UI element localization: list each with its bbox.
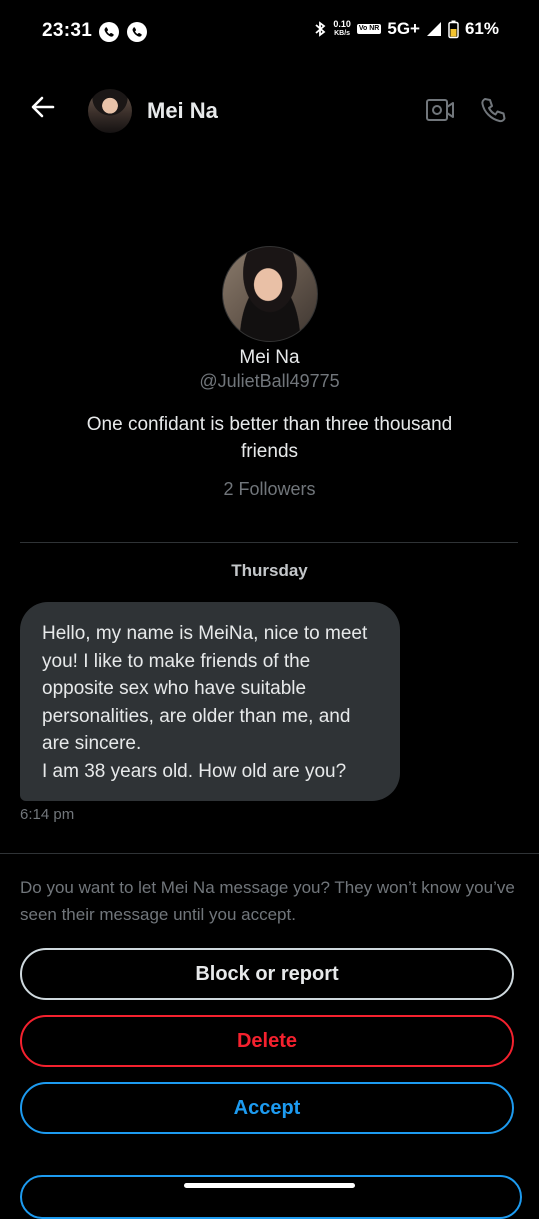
header-avatar[interactable] <box>88 89 132 133</box>
signal-icon <box>426 22 441 36</box>
phone-icon[interactable] <box>478 95 508 130</box>
profile-bio: One confidant is better than three thous… <box>86 414 453 462</box>
delete-button[interactable]: Delete <box>20 1015 514 1067</box>
profile-avatar[interactable] <box>222 246 318 342</box>
video-call-icon[interactable] <box>424 96 456 129</box>
bluetooth-icon <box>315 21 326 37</box>
profile-name[interactable]: Mei Na <box>0 347 539 369</box>
status-indicators: 0.10 KB/s Vo NR 5G+ 61% <box>313 19 499 39</box>
message-bubble[interactable]: Hello, my name is MeiNa, nice to meet yo… <box>20 602 400 801</box>
back-arrow-icon[interactable] <box>28 92 58 122</box>
battery-icon <box>448 20 459 38</box>
network-speed: 0.10 KB/s <box>333 19 351 38</box>
divider <box>20 542 518 543</box>
accept-button[interactable]: Accept <box>20 1082 514 1134</box>
profile-handle[interactable]: @JulietBall49775 <box>0 371 539 392</box>
message-request-prompt: Do you want to let Mei Na message you? T… <box>20 878 515 924</box>
message-time: 6:14 pm <box>20 806 75 823</box>
followers-count[interactable]: 2 Followers <box>0 479 539 500</box>
call-notification-icon-2 <box>127 22 147 42</box>
call-notification-icon <box>99 22 119 42</box>
network-type: 5G+ <box>387 19 420 38</box>
header-name[interactable]: Mei Na <box>147 98 218 124</box>
partial-button <box>20 1175 522 1219</box>
day-label: Thursday <box>231 561 308 580</box>
block-or-report-button[interactable]: Block or report <box>20 948 514 1000</box>
volte-badge: Vo NR <box>356 24 382 34</box>
battery-percent: 61% <box>464 19 499 38</box>
divider <box>0 853 539 854</box>
home-indicator[interactable] <box>184 1183 355 1188</box>
status-time: 23:31 <box>42 20 93 41</box>
